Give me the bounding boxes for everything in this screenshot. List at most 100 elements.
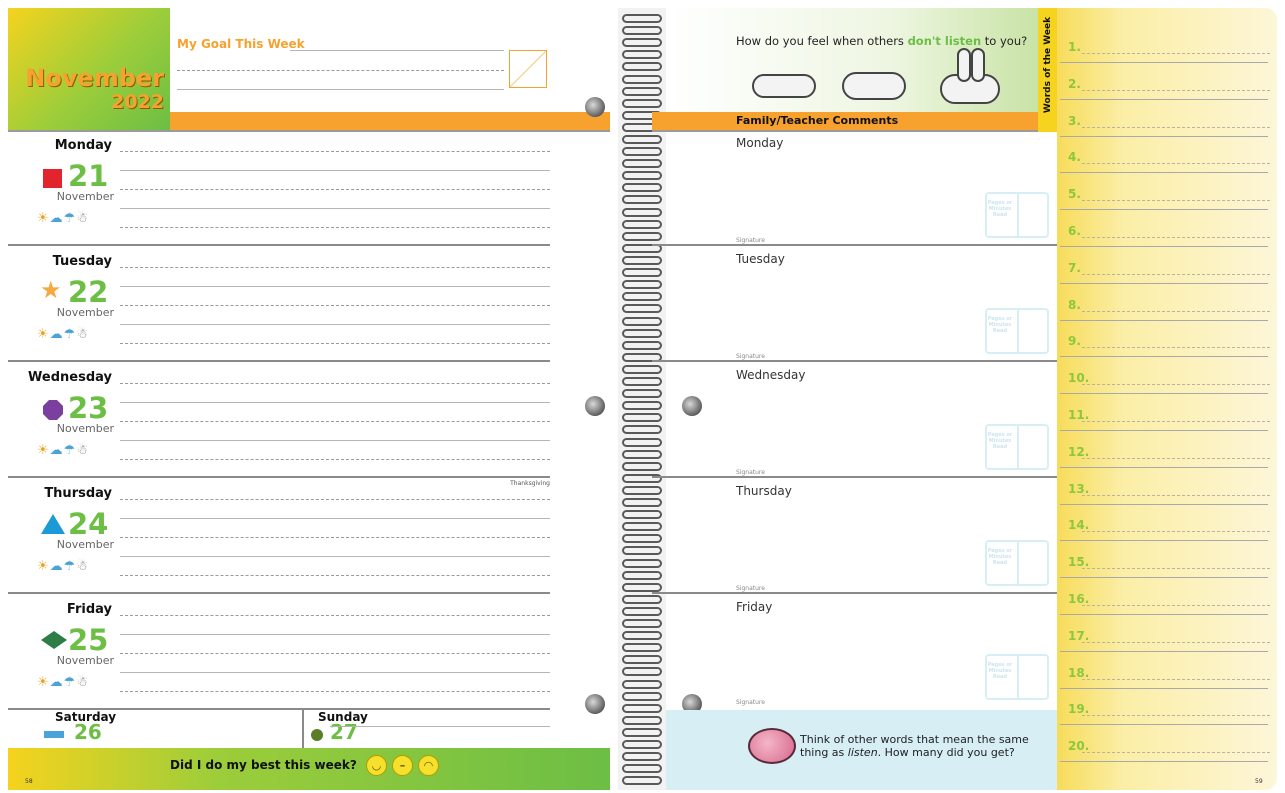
sun-icon[interactable]: ☀ xyxy=(37,211,50,226)
word-write-line[interactable] xyxy=(1082,53,1270,54)
word-write-line[interactable] xyxy=(1082,237,1270,238)
weather-icons[interactable]: ☀☁☂☃ xyxy=(37,211,89,226)
rain-icon[interactable]: ☂ xyxy=(64,559,77,574)
write-line[interactable] xyxy=(120,691,550,692)
write-line[interactable] xyxy=(330,726,550,727)
sun-icon[interactable]: ☀ xyxy=(37,559,50,574)
write-line[interactable] xyxy=(120,343,550,344)
spiral-coil xyxy=(622,559,662,568)
write-line[interactable] xyxy=(120,421,550,422)
write-line[interactable] xyxy=(120,383,550,384)
spiral-coil xyxy=(622,534,662,543)
goal-line-1[interactable] xyxy=(177,70,504,71)
cloud-icon[interactable]: ☁ xyxy=(50,327,64,342)
weather-icons[interactable]: ☀☁☂☃ xyxy=(37,327,89,342)
write-line[interactable] xyxy=(120,615,550,616)
write-line[interactable] xyxy=(120,151,550,152)
write-line[interactable] xyxy=(120,518,550,519)
word-write-line[interactable] xyxy=(1082,384,1270,385)
word-write-line[interactable] xyxy=(1082,127,1270,128)
write-line[interactable] xyxy=(120,189,550,190)
write-line[interactable] xyxy=(120,556,550,557)
word-write-line[interactable] xyxy=(1082,752,1270,753)
weather-icons[interactable]: ☀☁☂☃ xyxy=(37,559,89,574)
word-write-line[interactable] xyxy=(1082,495,1270,496)
bunny-ears-icon xyxy=(971,48,985,82)
happy-face-icon[interactable]: ◡ xyxy=(366,755,387,776)
sun-icon[interactable]: ☀ xyxy=(37,675,50,690)
word-write-line[interactable] xyxy=(1082,679,1270,680)
goal-checkbox[interactable] xyxy=(509,50,547,88)
write-line[interactable] xyxy=(120,170,550,171)
weekend-shape-rectangle xyxy=(44,731,64,738)
right-page-divider xyxy=(652,130,1057,132)
snowman-icon[interactable]: ☃ xyxy=(76,327,89,342)
write-line[interactable] xyxy=(120,305,550,306)
word-write-line[interactable] xyxy=(1082,715,1270,716)
word-write-line[interactable] xyxy=(1082,531,1270,532)
cloud-icon[interactable]: ☁ xyxy=(50,675,64,690)
cloud-icon[interactable]: ☁ xyxy=(50,211,64,226)
write-line[interactable] xyxy=(120,499,550,500)
sad-face-icon[interactable]: ◠ xyxy=(418,755,439,776)
cloud-icon[interactable]: ☁ xyxy=(50,559,64,574)
rain-icon[interactable]: ☂ xyxy=(64,327,77,342)
sun-icon[interactable]: ☀ xyxy=(37,443,50,458)
write-line[interactable] xyxy=(120,653,550,654)
write-line[interactable] xyxy=(120,402,550,403)
book-icon: Pages or Minutes Read xyxy=(985,308,1049,354)
write-line[interactable] xyxy=(120,286,550,287)
write-line[interactable] xyxy=(120,459,550,460)
rain-icon[interactable]: ☂ xyxy=(64,443,77,458)
sun-icon[interactable]: ☀ xyxy=(37,327,50,342)
spiral-coil xyxy=(622,704,662,713)
write-line[interactable] xyxy=(120,227,550,228)
comment-day: Wednesday xyxy=(736,368,806,382)
snowman-icon[interactable]: ☃ xyxy=(76,675,89,690)
weather-icons[interactable]: ☀☁☂☃ xyxy=(37,675,89,690)
write-line[interactable] xyxy=(120,208,550,209)
write-line[interactable] xyxy=(120,324,550,325)
goal-line-2[interactable] xyxy=(177,89,504,90)
word-write-line[interactable] xyxy=(1082,458,1270,459)
neutral-face-icon[interactable]: – xyxy=(392,755,413,776)
word-write-line[interactable] xyxy=(1082,605,1270,606)
spiral-coil xyxy=(622,365,662,374)
word-write-line[interactable] xyxy=(1082,568,1270,569)
word-divider xyxy=(1060,540,1268,541)
word-write-line[interactable] xyxy=(1082,311,1270,312)
word-number: 11. xyxy=(1068,408,1090,422)
rain-icon[interactable]: ☂ xyxy=(64,675,77,690)
word-number: 2. xyxy=(1068,77,1081,91)
snowman-icon[interactable]: ☃ xyxy=(76,559,89,574)
snowman-icon[interactable]: ☃ xyxy=(76,211,89,226)
word-write-line[interactable] xyxy=(1082,90,1270,91)
month-banner: November 2022 xyxy=(8,8,170,130)
weather-icons[interactable]: ☀☁☂☃ xyxy=(37,443,89,458)
spiral-coil xyxy=(622,619,662,628)
write-line[interactable] xyxy=(120,634,550,635)
word-write-line[interactable] xyxy=(1082,642,1270,643)
spiral-coil xyxy=(622,147,662,156)
rain-icon[interactable]: ☂ xyxy=(64,211,77,226)
word-number: 16. xyxy=(1068,592,1090,606)
word-write-line[interactable] xyxy=(1082,200,1270,201)
word-write-line[interactable] xyxy=(1082,163,1270,164)
cloud-icon[interactable]: ☁ xyxy=(50,443,64,458)
write-line[interactable] xyxy=(120,575,550,576)
word-write-line[interactable] xyxy=(1082,421,1270,422)
goal-title: My Goal This Week xyxy=(177,37,305,51)
signature-label: Signature xyxy=(736,469,765,476)
spiral-coil xyxy=(622,716,662,725)
write-line[interactable] xyxy=(120,537,550,538)
comment-day: Thursday xyxy=(736,484,792,498)
spiral-coil xyxy=(622,498,662,507)
write-line[interactable] xyxy=(120,440,550,441)
word-write-line[interactable] xyxy=(1082,274,1270,275)
footer-question: Did I do my best this week? ◡ – ◠ xyxy=(170,755,439,776)
write-line[interactable] xyxy=(120,672,550,673)
spiral-coil xyxy=(622,450,662,459)
word-write-line[interactable] xyxy=(1082,347,1270,348)
snowman-icon[interactable]: ☃ xyxy=(76,443,89,458)
write-line[interactable] xyxy=(120,267,550,268)
